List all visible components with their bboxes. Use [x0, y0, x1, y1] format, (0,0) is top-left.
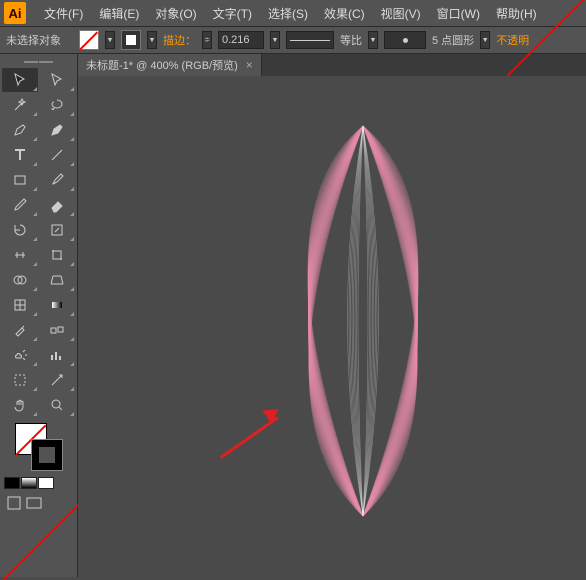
menu-select[interactable]: 选择(S) [260, 5, 316, 22]
menu-edit[interactable]: 编辑(E) [91, 5, 147, 22]
perspective-grid-tool[interactable] [39, 268, 75, 292]
stroke-weight-dropdown[interactable]: ▼ [270, 31, 280, 49]
scale-dropdown[interactable]: ▼ [368, 31, 378, 49]
eraser-tool[interactable] [39, 193, 75, 217]
draw-mode-icon[interactable] [6, 495, 22, 511]
tools-panel [0, 54, 78, 577]
pencil-tool[interactable] [2, 193, 38, 217]
hand-tool[interactable] [2, 393, 38, 417]
document-tab[interactable]: 未标题-1* @ 400% (RGB/预览) × [78, 54, 262, 76]
slice-tool[interactable] [39, 368, 75, 392]
width-tool[interactable] [2, 243, 38, 267]
stroke-label: 描边： [163, 32, 196, 48]
fill-swatch[interactable] [79, 30, 99, 50]
rotate-tool[interactable] [2, 218, 38, 242]
close-icon[interactable]: × [246, 58, 253, 72]
canvas-area: 未标题-1* @ 400% (RGB/预览) × [78, 54, 586, 577]
selection-tool[interactable] [2, 68, 38, 92]
options-bar: 未选择对象 ▼ ▼ 描边： ≑ ▼ 等比 ▼ 5 点圆形 ▼ 不透明 [0, 26, 586, 54]
menu-file[interactable]: 文件(F) [36, 5, 91, 22]
menu-object[interactable]: 对象(O) [147, 5, 204, 22]
paintbrush-tool[interactable] [39, 168, 75, 192]
gradient-tool[interactable] [39, 293, 75, 317]
zoom-tool[interactable] [39, 393, 75, 417]
column-graph-tool[interactable] [39, 343, 75, 367]
line-segment-tool[interactable] [39, 143, 75, 167]
artwork-leaf [238, 116, 488, 526]
stroke-style-preview[interactable] [286, 31, 334, 49]
stroke-swatch[interactable] [121, 30, 141, 50]
menu-effect[interactable]: 效果(C) [316, 5, 373, 22]
lasso-tool[interactable] [39, 93, 75, 117]
tool-grid [0, 66, 77, 419]
brush-preview[interactable] [384, 31, 426, 49]
free-transform-tool[interactable] [39, 243, 75, 267]
stroke-dropdown[interactable]: ▼ [147, 31, 157, 49]
screen-mode-icon[interactable] [26, 495, 42, 511]
mesh-tool[interactable] [2, 293, 38, 317]
opacity-label: 不透明 [496, 32, 529, 48]
none-swatch[interactable] [38, 477, 54, 489]
selection-status: 未选择对象 [6, 32, 61, 48]
brush-label: 5 点圆形 [432, 32, 474, 48]
app-logo: Ai [4, 2, 26, 24]
rectangle-tool[interactable] [2, 168, 38, 192]
color-mode-row [0, 475, 77, 491]
pen-tool[interactable] [2, 118, 38, 142]
menu-bar: Ai 文件(F) 编辑(E) 对象(O) 文字(T) 选择(S) 效果(C) 视… [0, 0, 586, 26]
shape-builder-tool[interactable] [2, 268, 38, 292]
stroke-weight-input[interactable] [218, 31, 264, 49]
blend-tool[interactable] [39, 318, 75, 342]
color-swatch-black[interactable] [4, 477, 20, 489]
annotation-arrow [208, 416, 278, 419]
panel-grip[interactable] [0, 58, 77, 66]
workspace: 未标题-1* @ 400% (RGB/预览) × [0, 54, 586, 577]
artboard-tool[interactable] [2, 368, 38, 392]
menu-view[interactable]: 视图(V) [373, 5, 429, 22]
stroke-stepper[interactable]: ≑ [202, 31, 212, 49]
eyedropper-tool[interactable] [2, 318, 38, 342]
gradient-swatch[interactable] [21, 477, 37, 489]
direct-selection-tool[interactable] [39, 68, 75, 92]
symbol-sprayer-tool[interactable] [2, 343, 38, 367]
menu-help[interactable]: 帮助(H) [488, 5, 545, 22]
tab-title: 未标题-1* @ 400% (RGB/预览) [86, 57, 238, 73]
menu-window[interactable]: 窗口(W) [429, 5, 488, 22]
fill-stroke-control[interactable] [15, 423, 63, 471]
screen-mode-row [0, 491, 77, 515]
canvas[interactable] [78, 76, 586, 577]
fill-dropdown[interactable]: ▼ [105, 31, 115, 49]
logo-text: Ai [9, 6, 22, 21]
scale-tool[interactable] [39, 218, 75, 242]
scale-label: 等比 [340, 32, 362, 48]
magic-wand-tool[interactable] [2, 93, 38, 117]
menu-type[interactable]: 文字(T) [205, 5, 260, 22]
brush-dropdown[interactable]: ▼ [480, 31, 490, 49]
curvature-tool[interactable] [39, 118, 75, 142]
type-tool[interactable] [2, 143, 38, 167]
stroke-indicator[interactable] [31, 439, 63, 471]
